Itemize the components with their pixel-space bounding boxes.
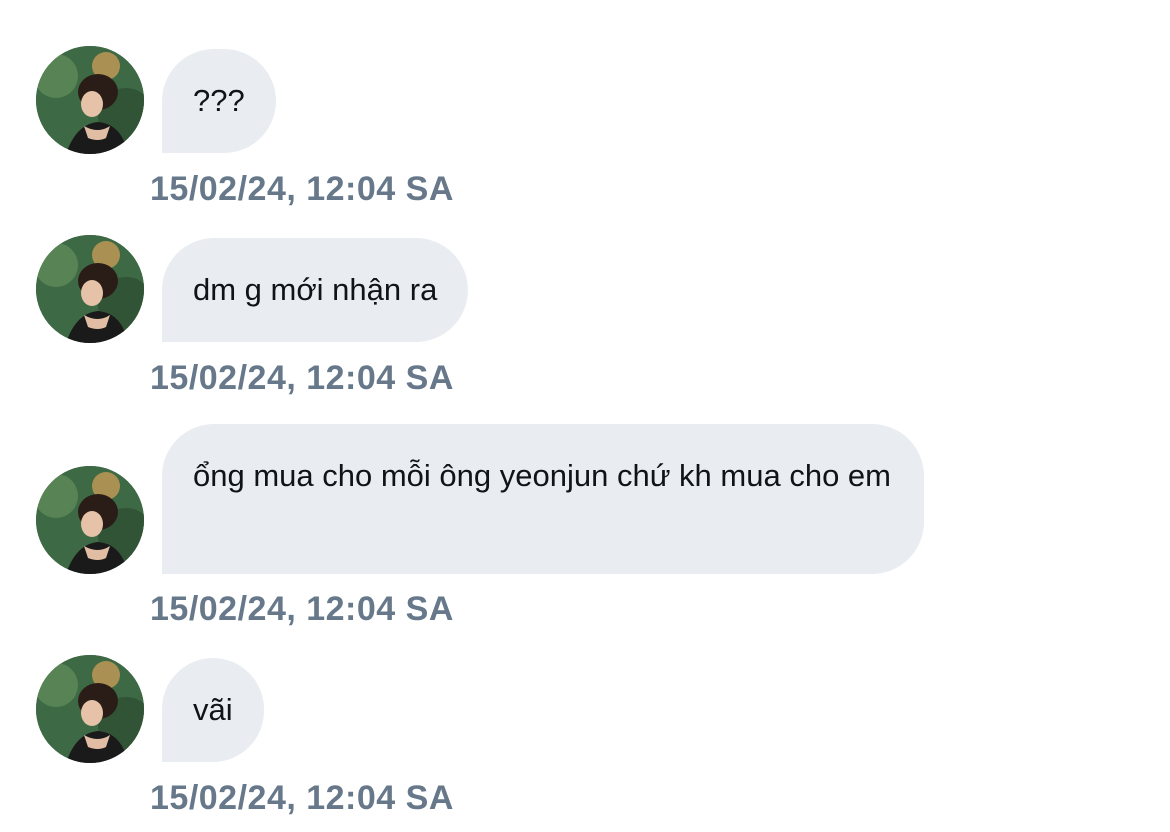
message-bubble[interactable]: ??? [162, 49, 276, 153]
message-timestamp: 15/02/24, 12:04 SA [150, 359, 454, 397]
message-text: ổng mua cho mỗi ông yeonjun chứ kh mua c… [193, 458, 891, 493]
avatar[interactable] [36, 466, 144, 574]
message-bubble[interactable]: vãi [162, 658, 264, 762]
message-text: vãi [193, 692, 233, 727]
user-avatar-photo-icon [36, 46, 144, 154]
message-bubble[interactable]: dm g mới nhận ra [162, 238, 469, 342]
message-text: dm g mới nhận ra [193, 272, 438, 307]
user-avatar-photo-icon [36, 235, 144, 343]
message-text: ??? [193, 83, 245, 118]
avatar[interactable] [36, 46, 144, 154]
avatar[interactable] [36, 655, 144, 763]
avatar[interactable] [36, 235, 144, 343]
message-timestamp: 15/02/24, 12:04 SA [150, 590, 454, 628]
user-avatar-photo-icon [36, 655, 144, 763]
message-timestamp: 15/02/24, 12:04 SA [150, 779, 454, 817]
message-bubble[interactable]: ổng mua cho mỗi ông yeonjun chứ kh mua c… [162, 424, 924, 574]
message-timestamp: 15/02/24, 12:04 SA [150, 170, 454, 208]
user-avatar-photo-icon [36, 466, 144, 574]
